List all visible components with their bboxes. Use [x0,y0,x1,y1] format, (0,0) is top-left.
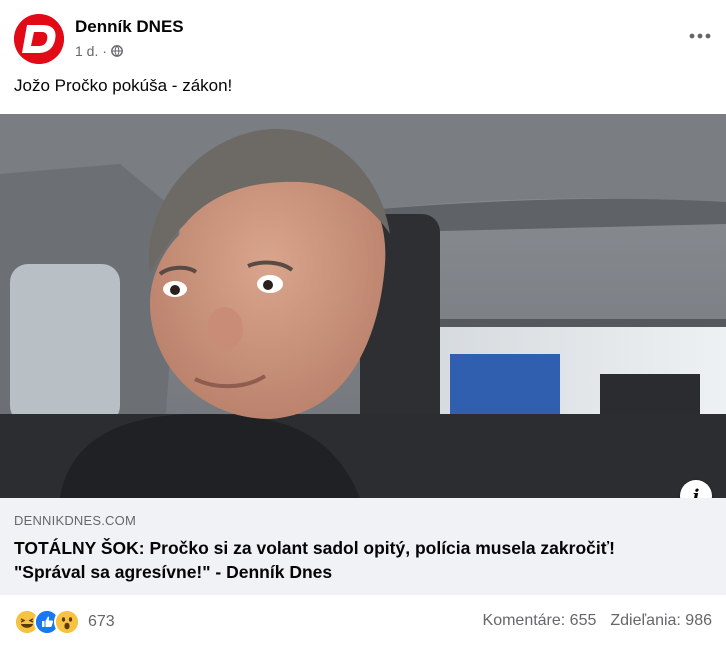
dennik-dnes-logo [14,14,64,64]
reactions-summary[interactable]: 673 [14,609,115,635]
car-selfie-photo [0,114,726,498]
link-headline-line-2: "Správal sa agresívne!" - Denník Dnes [14,562,333,582]
link-preview-card[interactable]: DENNIKDNES.COM TOTÁLNY ŠOK: Pročko si za… [0,498,726,595]
shares-count-link[interactable]: Zdieľania: 986 [610,612,712,630]
post-footer: 673 Komentáre: 655 Zdieľania: 986 [0,595,726,646]
post-header: Denník DNES 1 d. · [14,12,714,64]
globe-icon [111,45,123,57]
link-headline-line-1: TOTÁLNY ŠOK: Pročko si za volant sadol o… [14,538,615,558]
wow-icon [54,609,80,635]
link-headline[interactable]: TOTÁLNY ŠOK: Pročko si za volant sadol o… [14,536,714,584]
post-caption: Jožo Pročko pokúša - zákon! [14,76,233,95]
reaction-count[interactable]: 673 [88,613,115,631]
post-stats: Komentáre: 655 Zdieľania: 986 [483,612,712,630]
page-name-link[interactable]: Denník DNES [75,17,184,37]
post-meta: 1 d. · [75,43,123,59]
post-timestamp[interactable]: 1 d. · [75,43,107,59]
more-options-icon[interactable] [686,26,714,46]
link-domain: DENNIKDNES.COM [14,513,136,528]
comments-count-link[interactable]: Komentáre: 655 [483,612,597,630]
post-image[interactable] [0,114,726,498]
page-avatar[interactable] [14,14,64,64]
facebook-post: Denník DNES 1 d. · Jožo Pročko pokúša - … [0,0,726,646]
